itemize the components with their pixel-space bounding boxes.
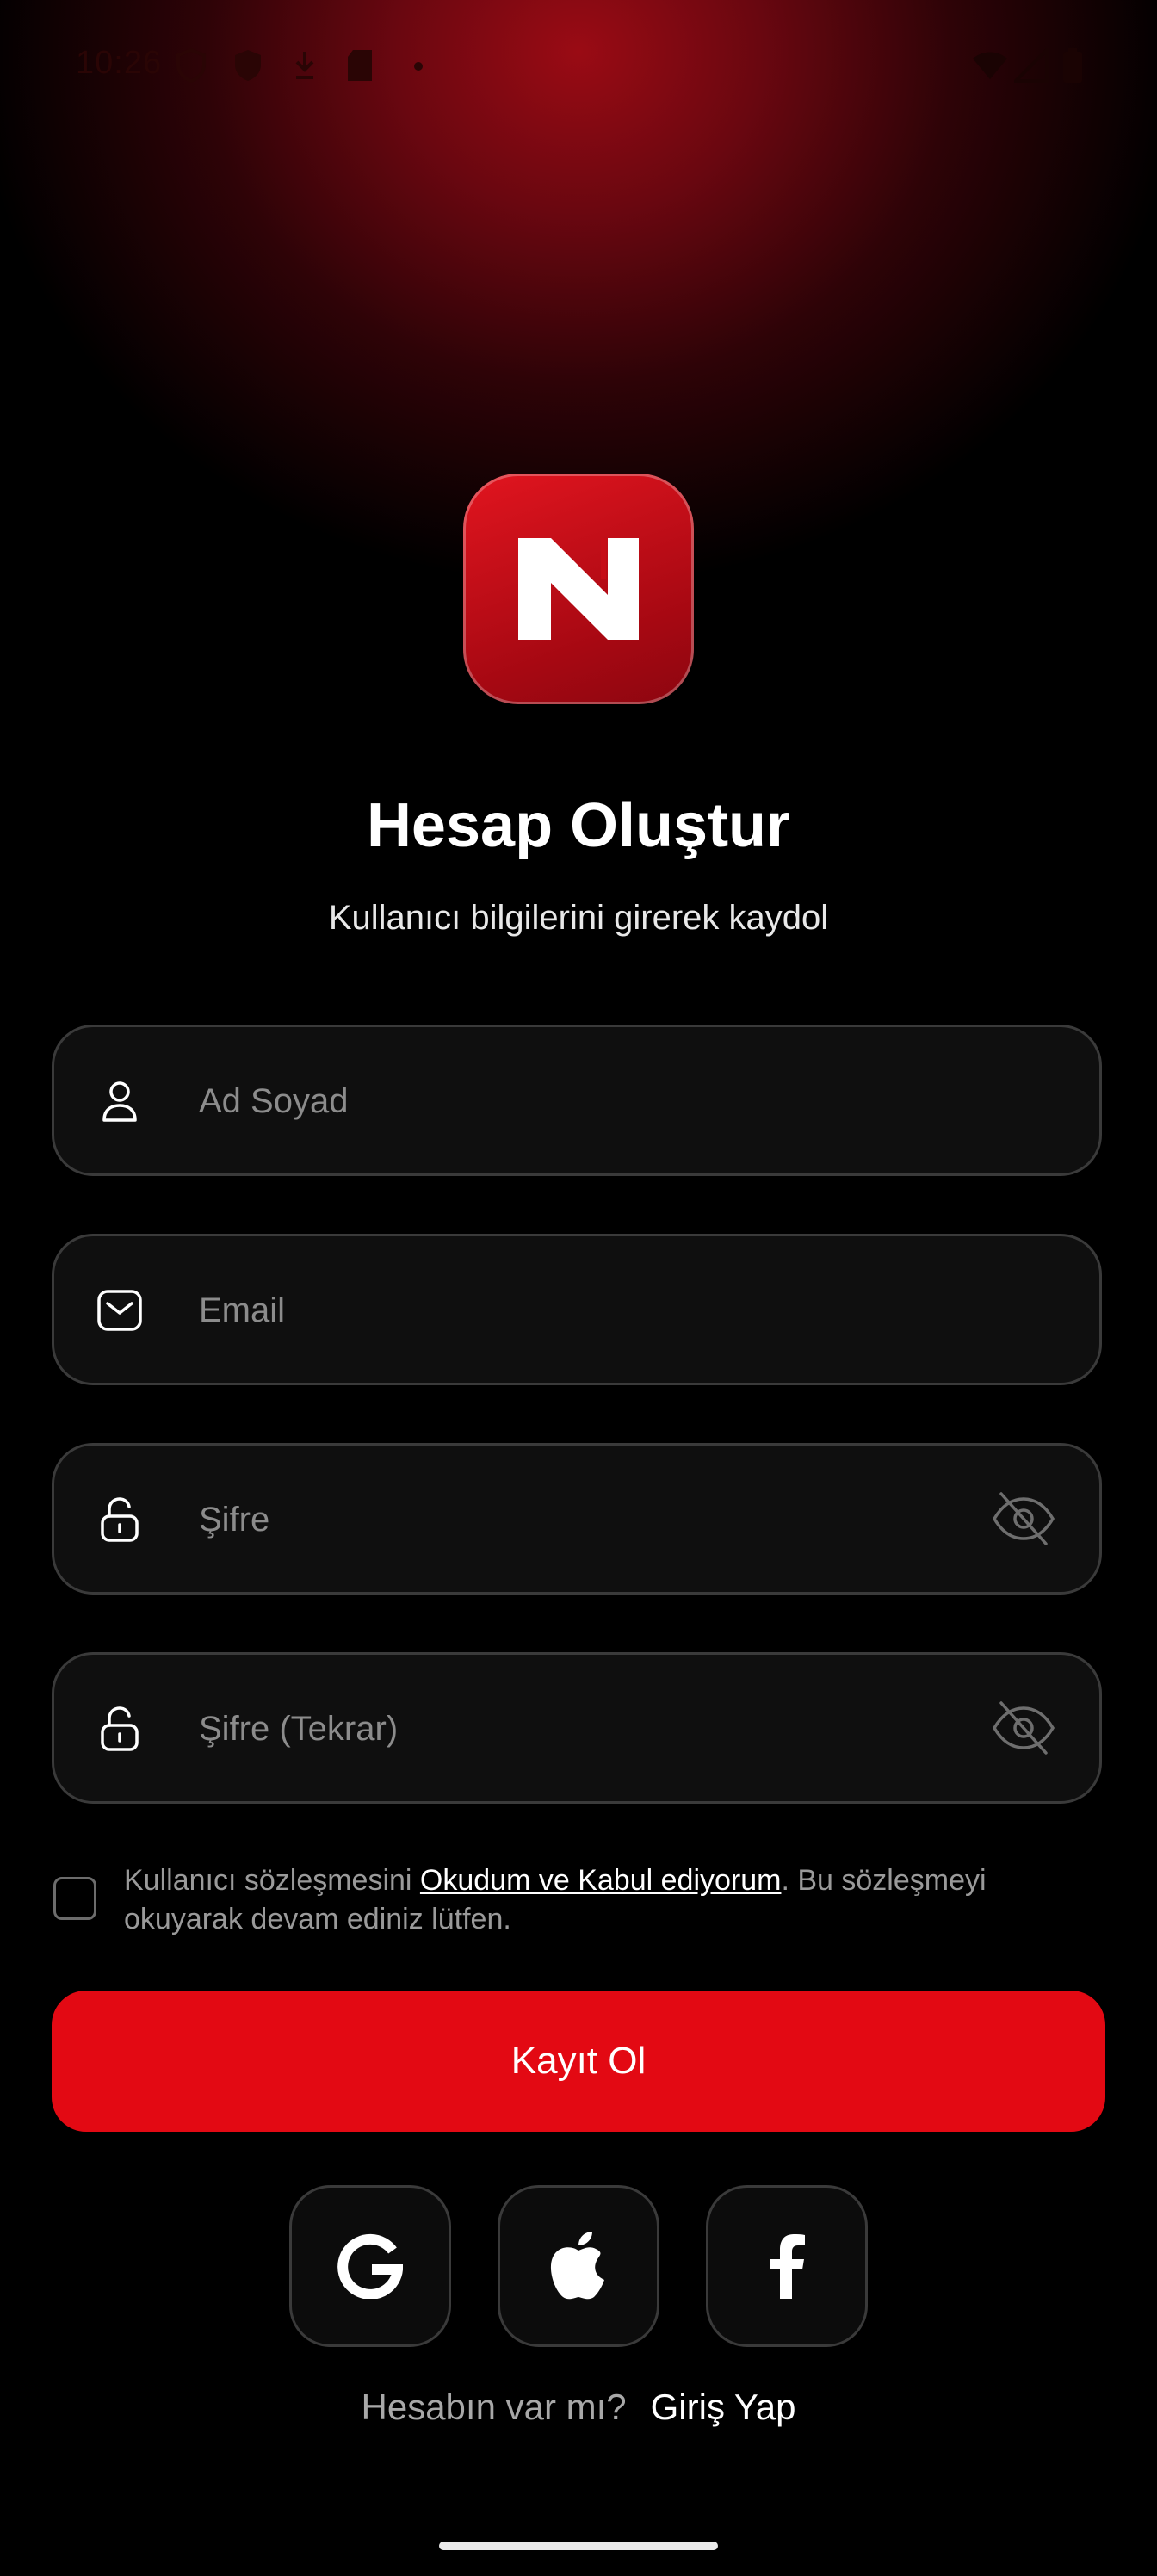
- terms-link[interactable]: Okudum ve Kabul ediyorum: [420, 1864, 782, 1897]
- password-confirm-field[interactable]: [52, 1652, 1102, 1804]
- status-bar: 10:26: [0, 0, 1157, 138]
- password-field[interactable]: [52, 1443, 1102, 1595]
- name-field[interactable]: [52, 1025, 1102, 1176]
- unlock-icon: [101, 1497, 139, 1542]
- email-input[interactable]: [197, 1236, 941, 1384]
- sd-card-icon: [344, 48, 375, 87]
- brand-logo-icon: [518, 538, 639, 640]
- login-question: Hesabın var mı?: [361, 2387, 627, 2427]
- terms-text: Kullanıcı sözleşmesini Okudum ve Kabul e…: [124, 1861, 1105, 1939]
- apple-login-button[interactable]: [498, 2185, 659, 2347]
- brand-logo: [463, 474, 694, 704]
- login-link[interactable]: Giriş Yap: [651, 2387, 796, 2427]
- terms-checkbox[interactable]: [53, 1877, 96, 1920]
- login-prompt: Hesabın var mı? Giriş Yap: [0, 2387, 1157, 2428]
- password-confirm-input[interactable]: [197, 1655, 941, 1803]
- apple-icon: [550, 2232, 604, 2300]
- facebook-login-button[interactable]: [706, 2185, 868, 2347]
- email-field[interactable]: [52, 1234, 1102, 1385]
- home-indicator[interactable]: [439, 2542, 718, 2550]
- terms-prefix: Kullanıcı sözleşmesini: [124, 1864, 420, 1897]
- vpn-icon: [232, 48, 263, 87]
- dot-icon: [413, 60, 424, 76]
- eye-off-icon[interactable]: [991, 1490, 1056, 1547]
- mail-icon: [97, 1290, 142, 1331]
- unlock-icon: [101, 1706, 139, 1751]
- user-icon: [102, 1081, 137, 1122]
- facebook-icon: [770, 2234, 805, 2299]
- signal-icon: [1012, 46, 1049, 87]
- eye-off-icon[interactable]: [991, 1700, 1056, 1756]
- google-login-button[interactable]: [289, 2185, 451, 2347]
- page-subtitle: Kullanıcı bilgilerini girerek kaydol: [328, 899, 829, 937]
- download-icon: [289, 48, 320, 87]
- name-input[interactable]: [197, 1027, 941, 1175]
- google-icon: [337, 2233, 403, 2299]
- password-input[interactable]: [197, 1446, 941, 1594]
- battery-icon: [1062, 48, 1083, 87]
- page-title: Hesap Oluştur: [366, 791, 791, 860]
- wifi-icon: [971, 48, 1009, 87]
- status-time: 10:26: [76, 45, 163, 81]
- register-button[interactable]: Kayıt Ol: [52, 1991, 1105, 2132]
- shield-icon: [176, 47, 207, 87]
